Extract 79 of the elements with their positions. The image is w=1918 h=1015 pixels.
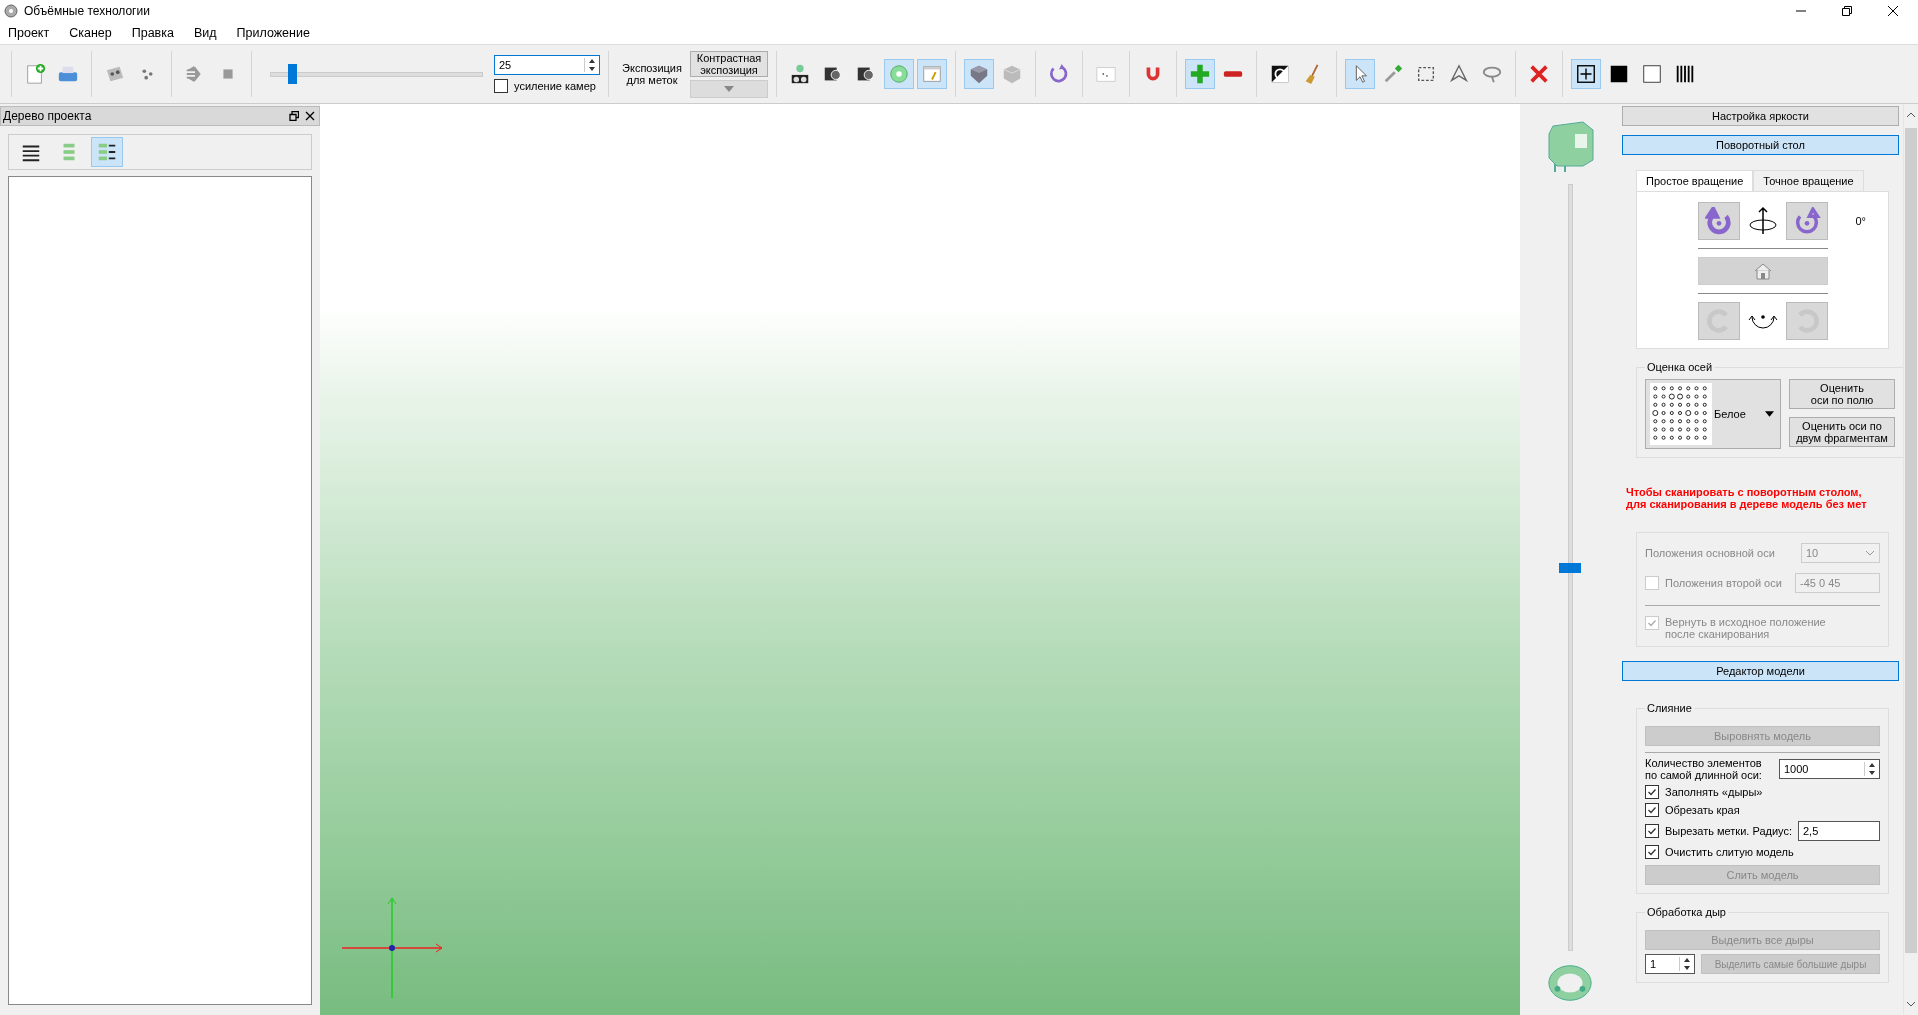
close-icon[interactable]	[305, 111, 315, 121]
section-header[interactable]: Редактор модели	[1622, 661, 1899, 681]
checkmark-icon	[1647, 618, 1657, 628]
dot-pattern-icon	[1650, 383, 1712, 445]
rotate-icon[interactable]	[1048, 63, 1070, 85]
caret-icon	[1765, 411, 1774, 417]
barcode-icon[interactable]	[1674, 63, 1696, 85]
3d-viewport[interactable]	[320, 104, 1520, 1015]
slider-thumb[interactable]	[288, 63, 298, 84]
warning-text: для сканирования в дереве модель без мет	[1626, 498, 1868, 510]
rotate-arrow-icon	[1704, 207, 1733, 235]
app-logo-icon	[4, 4, 18, 18]
warning-text: Чтобы сканировать с поворотным столом,	[1626, 486, 1863, 498]
group-title: Обработка дыр	[1646, 906, 1727, 918]
cameras-icon[interactable]	[789, 63, 811, 85]
menu-item[interactable]: Сканер	[69, 26, 112, 40]
scrollbar[interactable]	[1903, 104, 1918, 1015]
checkmark-icon	[1647, 847, 1657, 857]
field-label: Положения основной оси	[1645, 547, 1776, 559]
angle-value: 0°	[1855, 215, 1867, 227]
tab[interactable]: Точное вращение	[1753, 170, 1864, 191]
element-count-spinbox[interactable]: 1000	[1779, 759, 1880, 779]
section-header[interactable]: Настройка яркости	[1622, 106, 1899, 126]
float-panel-icon[interactable]	[289, 111, 299, 121]
checkbox[interactable]	[1645, 845, 1659, 859]
close-icon[interactable]	[1888, 6, 1898, 16]
checkbox[interactable]	[1645, 785, 1659, 799]
tab[interactable]: Простое вращение	[1636, 170, 1754, 191]
menu-item[interactable]: Приложение	[236, 26, 310, 40]
house-icon	[1752, 262, 1773, 280]
checkbox[interactable]	[1645, 824, 1659, 838]
estimate-axes-button[interactable]: Оценить оси по полю	[1789, 379, 1895, 409]
group-title: Слияние	[1646, 702, 1693, 714]
slider-thumb[interactable]	[1558, 562, 1581, 573]
window-title: Объёмные технологии	[24, 4, 150, 18]
checkbox-label: усиление камер	[514, 80, 596, 92]
menu-item[interactable]: Проект	[8, 26, 50, 40]
chevron-down-icon	[1865, 550, 1875, 556]
field-label: Количество элементов по самой длинной оси:	[1645, 757, 1763, 781]
checkbox-label: Положения второй оси	[1665, 577, 1783, 589]
checkmark-icon	[1647, 826, 1657, 836]
vertical-axis-rotation-icon	[1747, 206, 1778, 236]
caret-icon	[724, 85, 734, 92]
rotate-button[interactable]	[1785, 202, 1828, 240]
checkbox[interactable]	[1645, 803, 1659, 817]
filled-square-icon[interactable]	[1608, 63, 1630, 85]
rotate-button[interactable]	[1697, 202, 1740, 240]
delete-icon[interactable]	[1528, 63, 1550, 85]
radius-field[interactable]: 2,5	[1798, 821, 1880, 841]
detail-list-icon[interactable]	[96, 141, 118, 163]
pattern-dropdown[interactable]: Белое	[1645, 379, 1781, 449]
fit-frame-icon[interactable]	[1575, 63, 1597, 85]
checkbox-label: Очистить слитую модель	[1665, 846, 1794, 858]
estimate-axes-button[interactable]: Оценить оси по двум фрагментам	[1789, 417, 1895, 447]
contrast-exposure-button[interactable]: Контрастная экспозиция	[690, 50, 768, 77]
pipette-icon[interactable]	[1382, 63, 1404, 85]
window-edit-icon[interactable]	[921, 63, 943, 85]
section-header[interactable]: Поворотный стол	[1622, 135, 1899, 155]
panel-title: Дерево проекта	[3, 109, 92, 123]
plus-icon[interactable]	[1189, 63, 1211, 85]
restore-icon[interactable]	[1842, 6, 1852, 16]
cube-icon[interactable]	[968, 63, 990, 85]
hole-count-spinbox[interactable]: 1	[1645, 954, 1695, 974]
group-title: Оценка осей	[1646, 361, 1714, 373]
checkbox[interactable]	[494, 79, 508, 93]
empty-square-icon[interactable]	[1641, 63, 1663, 85]
exposure-label: Экспозиция для меток	[621, 62, 683, 86]
menu-item[interactable]: Вид	[193, 26, 217, 40]
checkbox-label: Вернуть в исходное положение после сканирования	[1665, 616, 1827, 640]
checkbox-label: Вырезать метки. Радиус:	[1665, 825, 1792, 837]
checkbox-label: Заполнять «дыры»	[1665, 786, 1763, 798]
menu-item[interactable]: Правка	[131, 26, 174, 40]
wheel-icon[interactable]	[888, 63, 910, 85]
new-document-icon[interactable]	[24, 63, 46, 85]
polygon-select-icon[interactable]	[1448, 63, 1470, 85]
checkbox-label: Обрезать края	[1665, 804, 1740, 816]
cab-model-icon[interactable]	[1545, 120, 1595, 174]
contrast-icon[interactable]	[1269, 63, 1291, 85]
exposure-spinbox[interactable]: 25	[494, 55, 600, 75]
